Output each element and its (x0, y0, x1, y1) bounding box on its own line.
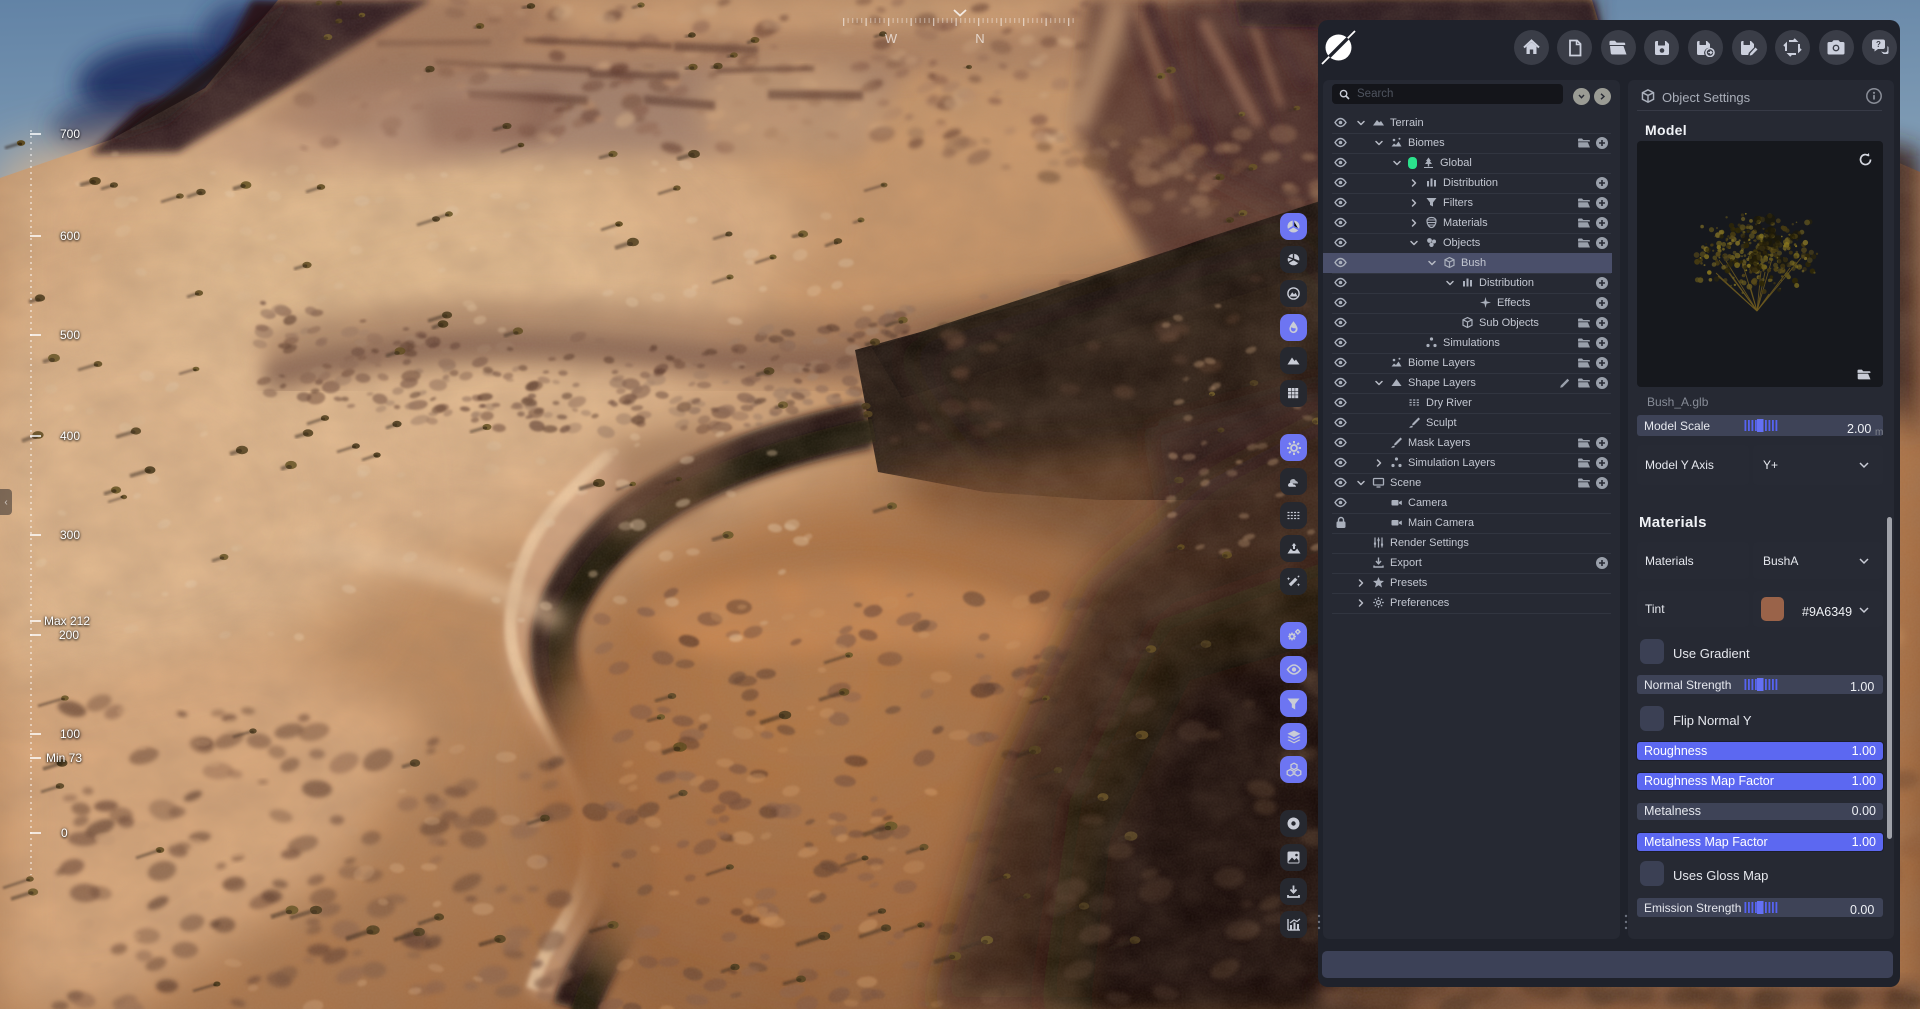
svg-text:?: ? (1876, 40, 1881, 49)
svg-text:W: W (885, 31, 898, 46)
svg-text:N: N (975, 31, 984, 46)
